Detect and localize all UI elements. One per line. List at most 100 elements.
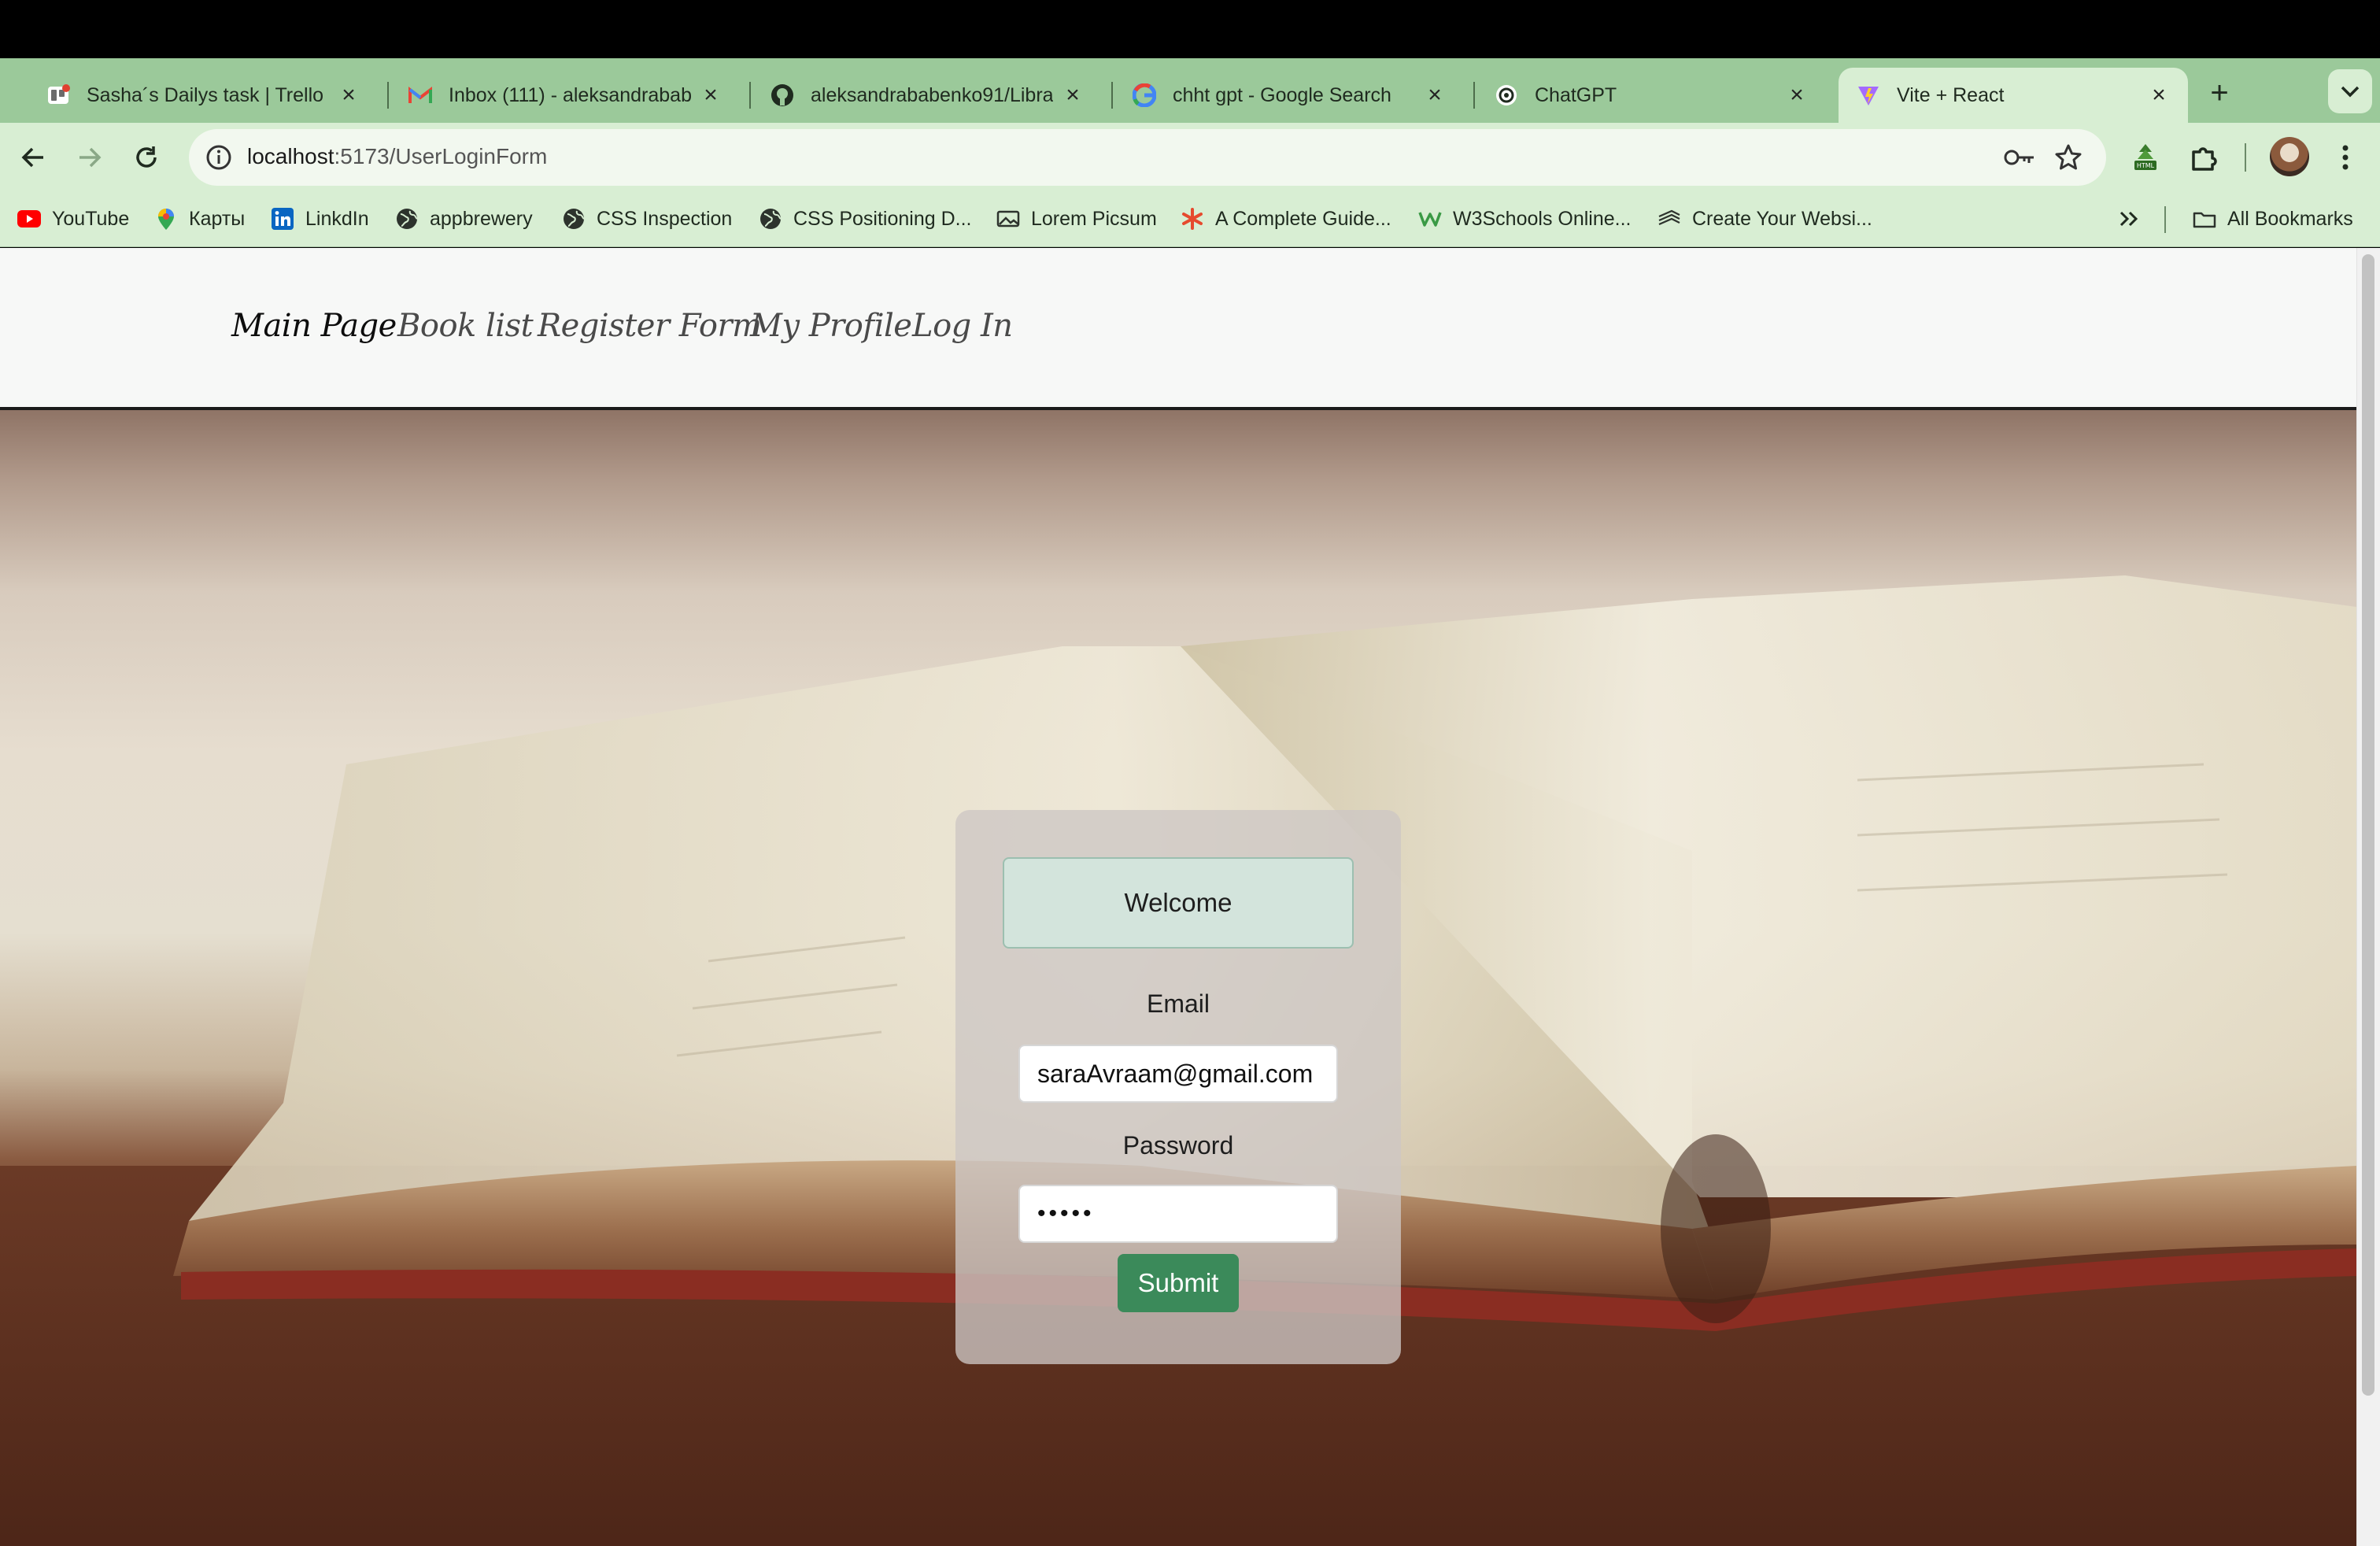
bookmark-label: Карты xyxy=(189,207,246,230)
arrow-left-icon xyxy=(21,147,43,168)
tab-divider xyxy=(1111,82,1113,109)
url-path: :5173/UserLoginForm xyxy=(334,144,548,168)
globe-icon xyxy=(759,207,782,231)
bookmark-label: Lorem Picsum xyxy=(1031,207,1157,230)
linkedin-icon xyxy=(271,207,294,231)
arrow-right-icon xyxy=(79,147,102,168)
url-text: localhost:5173/UserLoginForm xyxy=(247,144,547,169)
tab-vite-react[interactable]: Vite + React × xyxy=(1839,68,2188,123)
password-field[interactable] xyxy=(1018,1185,1338,1243)
submit-button[interactable]: Submit xyxy=(1118,1254,1239,1312)
asterisk-icon xyxy=(1181,207,1204,231)
tab-title: chht gpt - Google Search xyxy=(1173,83,1391,106)
new-tab-button[interactable]: + xyxy=(2201,74,2238,112)
tab-divider xyxy=(749,82,751,109)
bookmark-label: LinkdIn xyxy=(305,207,369,230)
url-host: localhost xyxy=(247,144,334,168)
bookmark-w3schools[interactable]: W3Schools Online... xyxy=(1418,203,1632,235)
bookmark-css-inspection[interactable]: CSS Inspection xyxy=(562,203,732,235)
page-scrollbar[interactable] xyxy=(2356,248,2380,1546)
globe-icon xyxy=(395,207,419,231)
email-label: Email xyxy=(1146,989,1210,1018)
forward-button[interactable] xyxy=(71,139,109,176)
profile-avatar[interactable] xyxy=(2270,137,2309,176)
close-icon[interactable]: × xyxy=(2147,82,2171,109)
page-viewport: Main Page Book list Register Form My Pro… xyxy=(0,248,2356,1546)
address-bar[interactable]: localhost:5173/UserLoginForm xyxy=(189,129,2106,186)
layers-icon xyxy=(1658,207,1681,231)
toolbar-divider xyxy=(2245,143,2246,172)
close-icon[interactable]: × xyxy=(699,82,722,109)
bookmark-star-icon[interactable] xyxy=(2053,142,2084,173)
w3schools-icon xyxy=(1418,207,1442,231)
chatgpt-icon xyxy=(1494,83,1519,108)
reload-icon xyxy=(136,146,157,168)
nav-link-log-in[interactable]: Log In xyxy=(912,308,1013,344)
close-icon[interactable]: × xyxy=(1061,82,1085,109)
bookmark-complete-guide[interactable]: A Complete Guide... xyxy=(1181,203,1391,235)
bookmark-label: Create Your Websi... xyxy=(1692,207,1872,230)
tab-trello[interactable]: Sasha´s Dailys task | Trello × xyxy=(28,68,378,123)
site-navbar: Main Page Book list Register Form My Pro… xyxy=(0,248,2356,410)
welcome-heading: Welcome xyxy=(1003,857,1354,949)
tab-gmail[interactable]: Inbox (111) - aleksandrababenko91 × xyxy=(390,68,740,123)
bookmark-label: CSS Inspection xyxy=(597,207,733,230)
password-label: Password xyxy=(1122,1131,1234,1160)
tab-title: Sasha´s Dailys task | Trello xyxy=(87,83,324,106)
email-field[interactable] xyxy=(1018,1045,1338,1103)
tab-divider xyxy=(1473,82,1475,109)
google-icon xyxy=(1132,83,1157,108)
chevron-down-icon xyxy=(2341,86,2360,98)
bookmark-appbrewery[interactable]: appbrewery xyxy=(395,203,533,235)
tab-google-search[interactable]: chht gpt - Google Search × xyxy=(1114,68,1464,123)
tab-search-button[interactable] xyxy=(2328,69,2372,113)
bookmark-label: YouTube xyxy=(52,207,130,230)
tab-divider xyxy=(387,82,389,109)
nav-link-book-list[interactable]: Book list xyxy=(397,308,534,344)
all-bookmarks-button[interactable]: All Bookmarks xyxy=(2193,203,2353,235)
all-bookmarks-label: All Bookmarks xyxy=(2227,207,2353,230)
bookmarks-divider xyxy=(2164,206,2166,233)
bookmarks-overflow-button[interactable] xyxy=(2119,203,2139,235)
bookmark-linkedin[interactable]: LinkdIn xyxy=(271,203,369,235)
nav-link-my-profile[interactable]: My Profile xyxy=(750,308,912,344)
gmail-icon xyxy=(408,83,433,108)
bookmark-maps[interactable]: Карты xyxy=(154,203,245,235)
close-icon[interactable]: × xyxy=(1785,82,1809,109)
tab-title: ChatGPT xyxy=(1535,83,1617,106)
system-top-bar xyxy=(0,0,2380,58)
bookmark-youtube[interactable]: YouTube xyxy=(17,203,129,235)
reload-button[interactable] xyxy=(128,139,165,176)
close-icon[interactable]: × xyxy=(1423,82,1447,109)
info-icon[interactable] xyxy=(205,143,233,172)
html-extension-icon[interactable]: HTML xyxy=(2127,139,2164,176)
hero-background-book-image: Welcome Email Password Submit xyxy=(0,410,2356,1546)
globe-icon xyxy=(562,207,586,231)
menu-kebab-icon[interactable] xyxy=(2326,139,2364,176)
extensions-icon[interactable] xyxy=(2185,139,2223,176)
github-icon xyxy=(770,83,795,108)
scrollbar-thumb[interactable] xyxy=(2362,254,2374,1396)
back-button[interactable] xyxy=(14,139,52,176)
trello-icon xyxy=(46,83,71,108)
bookmark-create-website[interactable]: Create Your Websi... xyxy=(1658,203,1872,235)
close-icon[interactable]: × xyxy=(337,82,360,109)
nav-link-main-page[interactable]: Main Page xyxy=(231,308,397,344)
tab-chatgpt[interactable]: ChatGPT × xyxy=(1476,68,1826,123)
bookmark-lorem-picsum[interactable]: Lorem Picsum xyxy=(996,203,1157,235)
maps-pin-icon xyxy=(154,207,178,231)
bookmark-label: A Complete Guide... xyxy=(1215,207,1391,230)
double-chevron-right-icon xyxy=(2119,211,2138,227)
tab-github[interactable]: aleksandrababenko91/Library × xyxy=(752,68,1102,123)
password-key-icon[interactable] xyxy=(2004,142,2035,173)
image-icon xyxy=(996,207,1020,231)
bookmark-label: CSS Positioning D... xyxy=(793,207,972,230)
tab-title: aleksandrababenko91/Library xyxy=(811,83,1053,106)
folder-icon xyxy=(2193,207,2216,231)
browser-toolbar: localhost:5173/UserLoginForm HTML xyxy=(0,123,2380,192)
vite-icon xyxy=(1856,83,1881,108)
bookmark-css-positioning[interactable]: CSS Positioning D... xyxy=(759,203,972,235)
youtube-icon xyxy=(17,207,41,231)
bookmark-label: W3Schools Online... xyxy=(1453,207,1632,230)
nav-link-register-form[interactable]: Register Form xyxy=(538,308,762,344)
